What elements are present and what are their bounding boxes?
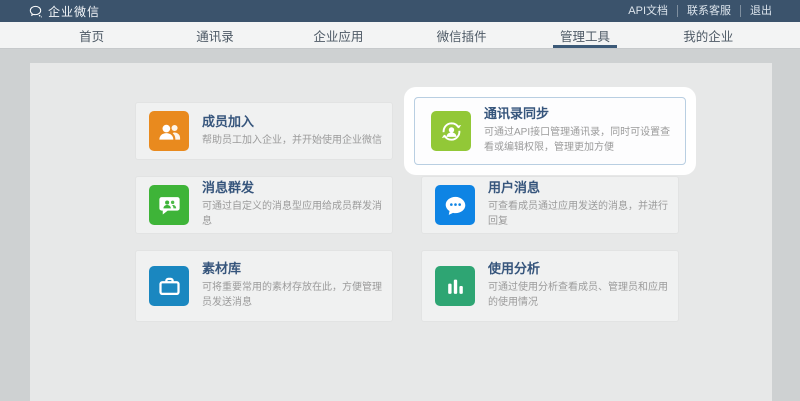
feature-card-usage-analysis[interactable]: 使用分析 可通过使用分析查看成员、管理员和应用的使用情况 (421, 250, 679, 322)
api-docs-link[interactable]: API文档 (619, 5, 677, 17)
nav-tab-label: 企业应用 (313, 26, 363, 45)
feature-card-material-library[interactable]: 素材库 可将重要常用的素材存放在此，方便管理员发送消息 (135, 250, 393, 322)
contact-support-link[interactable]: 联系客服 (677, 5, 740, 17)
feature-card-description: 可将重要常用的素材存放在此，方便管理员发送消息 (202, 280, 384, 311)
feature-card-description: 可通过自定义的消息型应用给成员群发消息 (202, 199, 384, 230)
members-join-icon (149, 111, 189, 151)
nav-tab-label: 通讯录 (196, 26, 234, 45)
nav-tab-management-tools[interactable]: 管理工具 (523, 22, 646, 48)
topbar-links: API文档 联系客服 退出 (619, 5, 772, 17)
nav-tab-label: 管理工具 (560, 26, 610, 45)
nav-tab-my-enterprise[interactable]: 我的企业 (647, 22, 770, 48)
feature-card-contacts-sync[interactable]: 通讯录同步 可通过API接口管理通讯录，同时可设置查看或编辑权限，管理更加方便 (414, 97, 686, 165)
feature-card-description: 帮助员工加入企业，并开始使用企业微信 (202, 133, 382, 149)
contacts-sync-icon (431, 111, 471, 151)
main-nav: 首页 通讯录 企业应用 微信插件 管理工具 我的企业 (0, 22, 800, 49)
nav-tab-contacts[interactable]: 通讯录 (153, 22, 276, 48)
topbar: 企业微信 API文档 联系客服 退出 (0, 0, 800, 22)
usage-analysis-icon (435, 266, 475, 306)
nav-tab-home[interactable]: 首页 (30, 22, 153, 48)
feature-card-title: 使用分析 (488, 261, 670, 278)
nav-tab-enterprise-apps[interactable]: 企业应用 (277, 22, 400, 48)
active-tab-indicator (553, 45, 617, 48)
feature-card-title: 通讯录同步 (484, 106, 677, 123)
feature-card-members-join[interactable]: 成员加入 帮助员工加入企业，并开始使用企业微信 (135, 102, 393, 160)
wechat-work-logo[interactable]: 企业微信 (28, 3, 100, 20)
feature-card-description: 可通过使用分析查看成员、管理员和应用的使用情况 (488, 280, 670, 311)
feature-card-title: 用户消息 (488, 180, 670, 197)
nav-tab-wechat-plugins[interactable]: 微信插件 (400, 22, 523, 48)
feature-cards-grid: 成员加入 帮助员工加入企业，并开始使用企业微信 通讯录同步 可通过API接口管理… (135, 102, 679, 322)
user-message-icon (435, 185, 475, 225)
feature-card-title: 素材库 (202, 261, 384, 278)
feature-card-description: 可通过API接口管理通讯录，同时可设置查看或编辑权限，管理更加方便 (484, 125, 677, 156)
logo-text: 企业微信 (48, 3, 100, 20)
content-panel: 成员加入 帮助员工加入企业，并开始使用企业微信 通讯录同步 可通过API接口管理… (30, 63, 772, 401)
feature-card-message-broadcast[interactable]: 消息群发 可通过自定义的消息型应用给成员群发消息 (135, 176, 393, 234)
feature-card-description: 可查看成员通过应用发送的消息，并进行回复 (488, 199, 670, 230)
feature-card-user-message[interactable]: 用户消息 可查看成员通过应用发送的消息，并进行回复 (421, 176, 679, 234)
nav-tab-label: 微信插件 (437, 26, 487, 45)
nav-tab-label: 首页 (79, 26, 104, 45)
feature-card-title: 消息群发 (202, 180, 384, 197)
wechat-work-bubble-icon (28, 4, 43, 19)
feature-card-title: 成员加入 (202, 114, 382, 131)
material-library-icon (149, 266, 189, 306)
logout-link[interactable]: 退出 (740, 5, 772, 17)
nav-tab-label: 我的企业 (683, 26, 733, 45)
message-broadcast-icon (149, 185, 189, 225)
